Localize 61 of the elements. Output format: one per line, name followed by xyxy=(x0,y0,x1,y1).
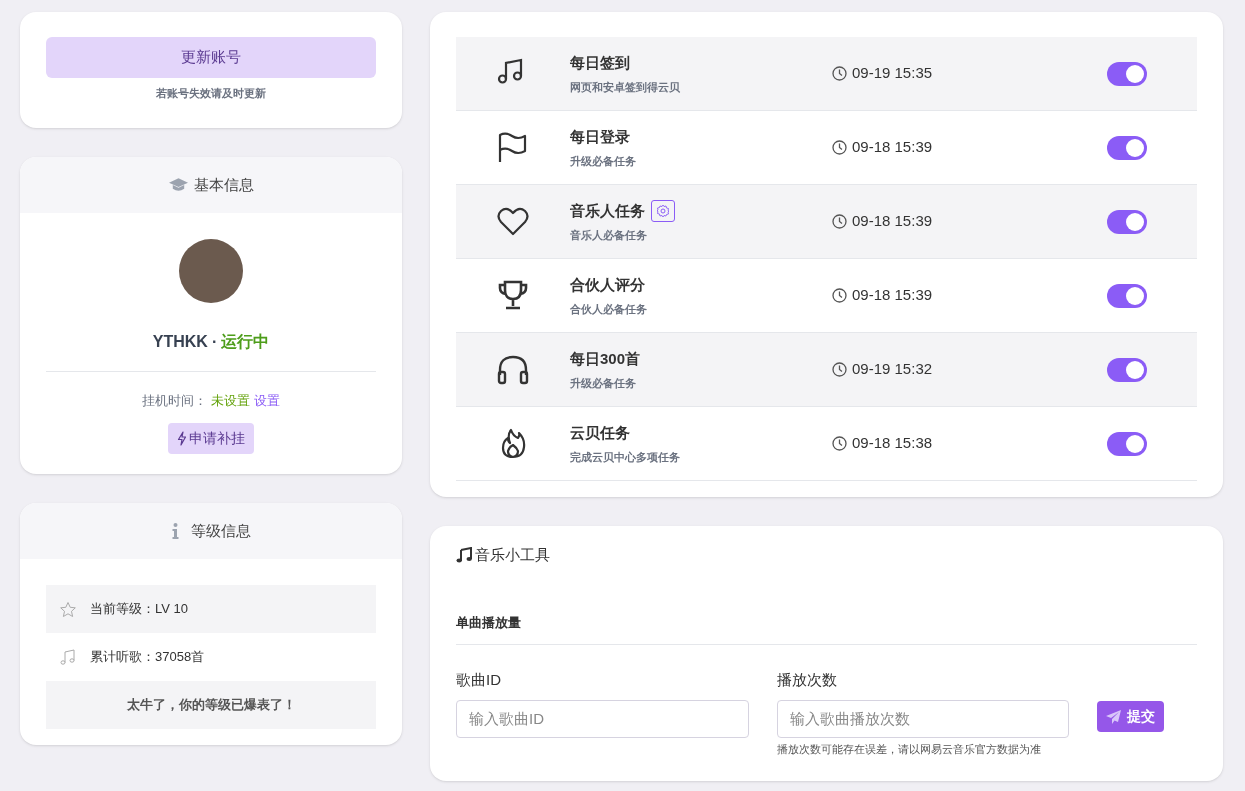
clock-icon xyxy=(832,66,847,81)
task-subtitle: 升级必备任务 xyxy=(570,153,637,169)
task-time: 09-19 15:35 xyxy=(852,63,933,84)
toggle-switch[interactable] xyxy=(1107,135,1147,160)
task-time: 09-18 15:39 xyxy=(852,211,933,232)
toggle-switch[interactable] xyxy=(1107,357,1147,382)
task-subtitle: 升级必备任务 xyxy=(570,375,637,391)
card-title: 等级信息 xyxy=(190,520,251,541)
task-title: 每日签到 xyxy=(570,53,630,73)
lightning-icon xyxy=(177,430,187,446)
clock-icon xyxy=(832,214,847,229)
settings-button[interactable] xyxy=(651,200,675,223)
hang-time-value: 未设置 xyxy=(211,392,250,410)
star-icon xyxy=(59,600,76,618)
toggle-switch[interactable] xyxy=(1107,283,1147,308)
task-title: 合伙人评分 xyxy=(570,275,645,295)
level-info-text: 当前等级：LV 10 xyxy=(90,600,188,619)
username: YTHKK xyxy=(152,332,208,352)
clock-icon xyxy=(832,288,847,303)
task-time: 09-18 15:39 xyxy=(852,285,933,306)
task-subtitle: 完成云贝中心多项任务 xyxy=(570,449,681,465)
update-account-button[interactable]: 更新账号 xyxy=(46,37,376,78)
task-subtitle: 合伙人必备任务 xyxy=(570,301,648,317)
submit-button[interactable]: 提交 xyxy=(1097,701,1164,732)
music-note-icon xyxy=(456,547,472,564)
play-count-field[interactable]: 输入歌曲播放次数 xyxy=(777,699,1069,738)
song-id-field[interactable]: 输入歌曲ID xyxy=(456,699,749,738)
status-text: 运行中 xyxy=(221,332,270,352)
info-icon xyxy=(171,523,179,539)
settings-icon xyxy=(656,204,670,219)
send-icon xyxy=(1106,709,1121,724)
task-title: 每日300首 xyxy=(570,349,641,369)
task-title: 云贝任务 xyxy=(570,423,630,443)
task-subtitle: 音乐人必备任务 xyxy=(570,227,648,243)
toggle-switch[interactable] xyxy=(1107,61,1147,86)
clock-icon xyxy=(832,436,847,451)
level-message: 太牛了，你的等级已爆表了！ xyxy=(46,681,376,729)
toggle-switch[interactable] xyxy=(1107,209,1147,234)
task-title: 音乐人任务 xyxy=(570,201,645,221)
hang-time-label: 挂机时间： xyxy=(142,392,207,410)
separator: · xyxy=(211,332,218,352)
set-link[interactable]: 设置 xyxy=(254,391,280,411)
task-time: 09-19 15:32 xyxy=(852,359,933,380)
field-hint: 播放次数可能存在误差，请以网易云音乐官方数据为准 xyxy=(777,741,1042,757)
task-time: 09-18 15:39 xyxy=(852,137,933,158)
task-time: 09-18 15:38 xyxy=(852,433,933,454)
section-title: 单曲播放量 xyxy=(456,612,1197,645)
clock-icon xyxy=(832,140,847,155)
apply-button[interactable]: 申请补挂 xyxy=(168,422,254,454)
card-title: 基本信息 xyxy=(193,174,254,195)
level-info-text: 累计听歌：37058首 xyxy=(90,648,205,667)
task-subtitle: 网页和安卓签到得云贝 xyxy=(570,79,681,95)
toggle-switch[interactable] xyxy=(1107,431,1147,456)
graduation-cap-icon xyxy=(168,178,188,192)
field-label: 播放次数 xyxy=(777,670,838,690)
task-title: 每日登录 xyxy=(570,127,630,147)
clock-icon xyxy=(832,362,847,377)
music-note-icon xyxy=(59,648,76,666)
field-label: 歌曲ID xyxy=(456,670,502,690)
account-hint: 若账号失效请及时更新 xyxy=(156,86,266,101)
tools-title: 音乐小工具 xyxy=(475,545,550,565)
